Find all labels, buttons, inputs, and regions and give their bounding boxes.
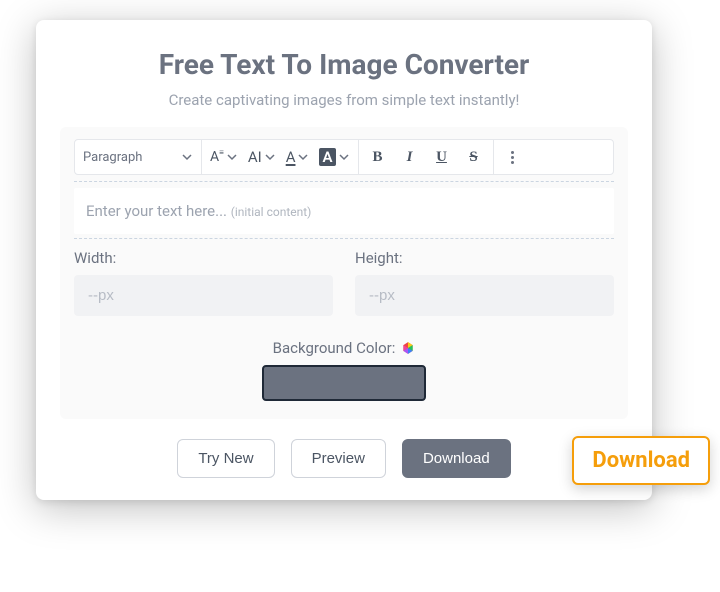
paragraph-select-label: Paragraph	[83, 150, 142, 165]
font-group: A≡ AI A A	[202, 140, 359, 174]
editor-placeholder: Enter your text here...	[86, 202, 227, 220]
chevron-down-icon	[181, 151, 193, 163]
dimensions-row: Width: Height:	[74, 249, 614, 316]
chevron-down-icon	[226, 151, 238, 163]
strikethrough-button[interactable]: S	[463, 145, 485, 169]
editor-hint: (initial content)	[231, 205, 312, 219]
highlight-glyph: A	[319, 148, 335, 166]
chevron-down-icon	[297, 151, 309, 163]
chevron-down-icon	[264, 151, 276, 163]
background-label-row: Background Color:	[273, 339, 416, 357]
editor-toolbar: Paragraph A≡ AI A A	[74, 139, 614, 175]
text-case-glyph: AI	[248, 148, 262, 166]
try-new-button[interactable]: Try New	[177, 439, 274, 478]
converter-card: Free Text To Image Converter Create capt…	[36, 20, 652, 500]
bold-button[interactable]: B	[367, 145, 389, 169]
paragraph-select[interactable]: Paragraph	[83, 150, 193, 165]
more-options-button[interactable]	[502, 145, 524, 169]
page-title: Free Text To Image Converter	[60, 48, 628, 81]
width-column: Width:	[74, 249, 333, 316]
font-size-glyph: A≡	[210, 149, 224, 165]
width-label: Width:	[74, 249, 333, 267]
background-section: Background Color:	[74, 338, 614, 401]
font-color-button[interactable]: A	[286, 145, 310, 169]
preview-button[interactable]: Preview	[291, 439, 386, 478]
page-subtitle: Create captivating images from simple te…	[60, 91, 628, 109]
divider	[74, 181, 614, 182]
download-button[interactable]: Download	[402, 439, 511, 478]
background-label: Background Color:	[273, 339, 396, 357]
divider	[74, 238, 614, 239]
font-color-glyph: A	[286, 148, 296, 166]
download-callout: Download	[572, 436, 710, 485]
style-group: B I U S	[359, 140, 494, 174]
underline-button[interactable]: U	[431, 145, 453, 169]
color-picker-icon	[401, 341, 415, 355]
editor-panel: Paragraph A≡ AI A A	[60, 127, 628, 419]
italic-button[interactable]: I	[399, 145, 421, 169]
height-input[interactable]	[355, 275, 614, 316]
highlight-color-button[interactable]: A	[319, 145, 349, 169]
kebab-icon	[511, 151, 514, 164]
background-color-swatch[interactable]	[262, 365, 426, 401]
action-buttons: Try New Preview Download	[60, 439, 628, 478]
height-column: Height:	[355, 249, 614, 316]
block-format-group: Paragraph	[75, 140, 202, 174]
more-group	[494, 140, 532, 174]
font-size-button[interactable]: A≡	[210, 145, 238, 169]
text-case-button[interactable]: AI	[248, 145, 276, 169]
height-label: Height:	[355, 249, 614, 267]
text-editor[interactable]: Enter your text here... (initial content…	[74, 188, 614, 234]
width-input[interactable]	[74, 275, 333, 316]
chevron-down-icon	[338, 151, 350, 163]
